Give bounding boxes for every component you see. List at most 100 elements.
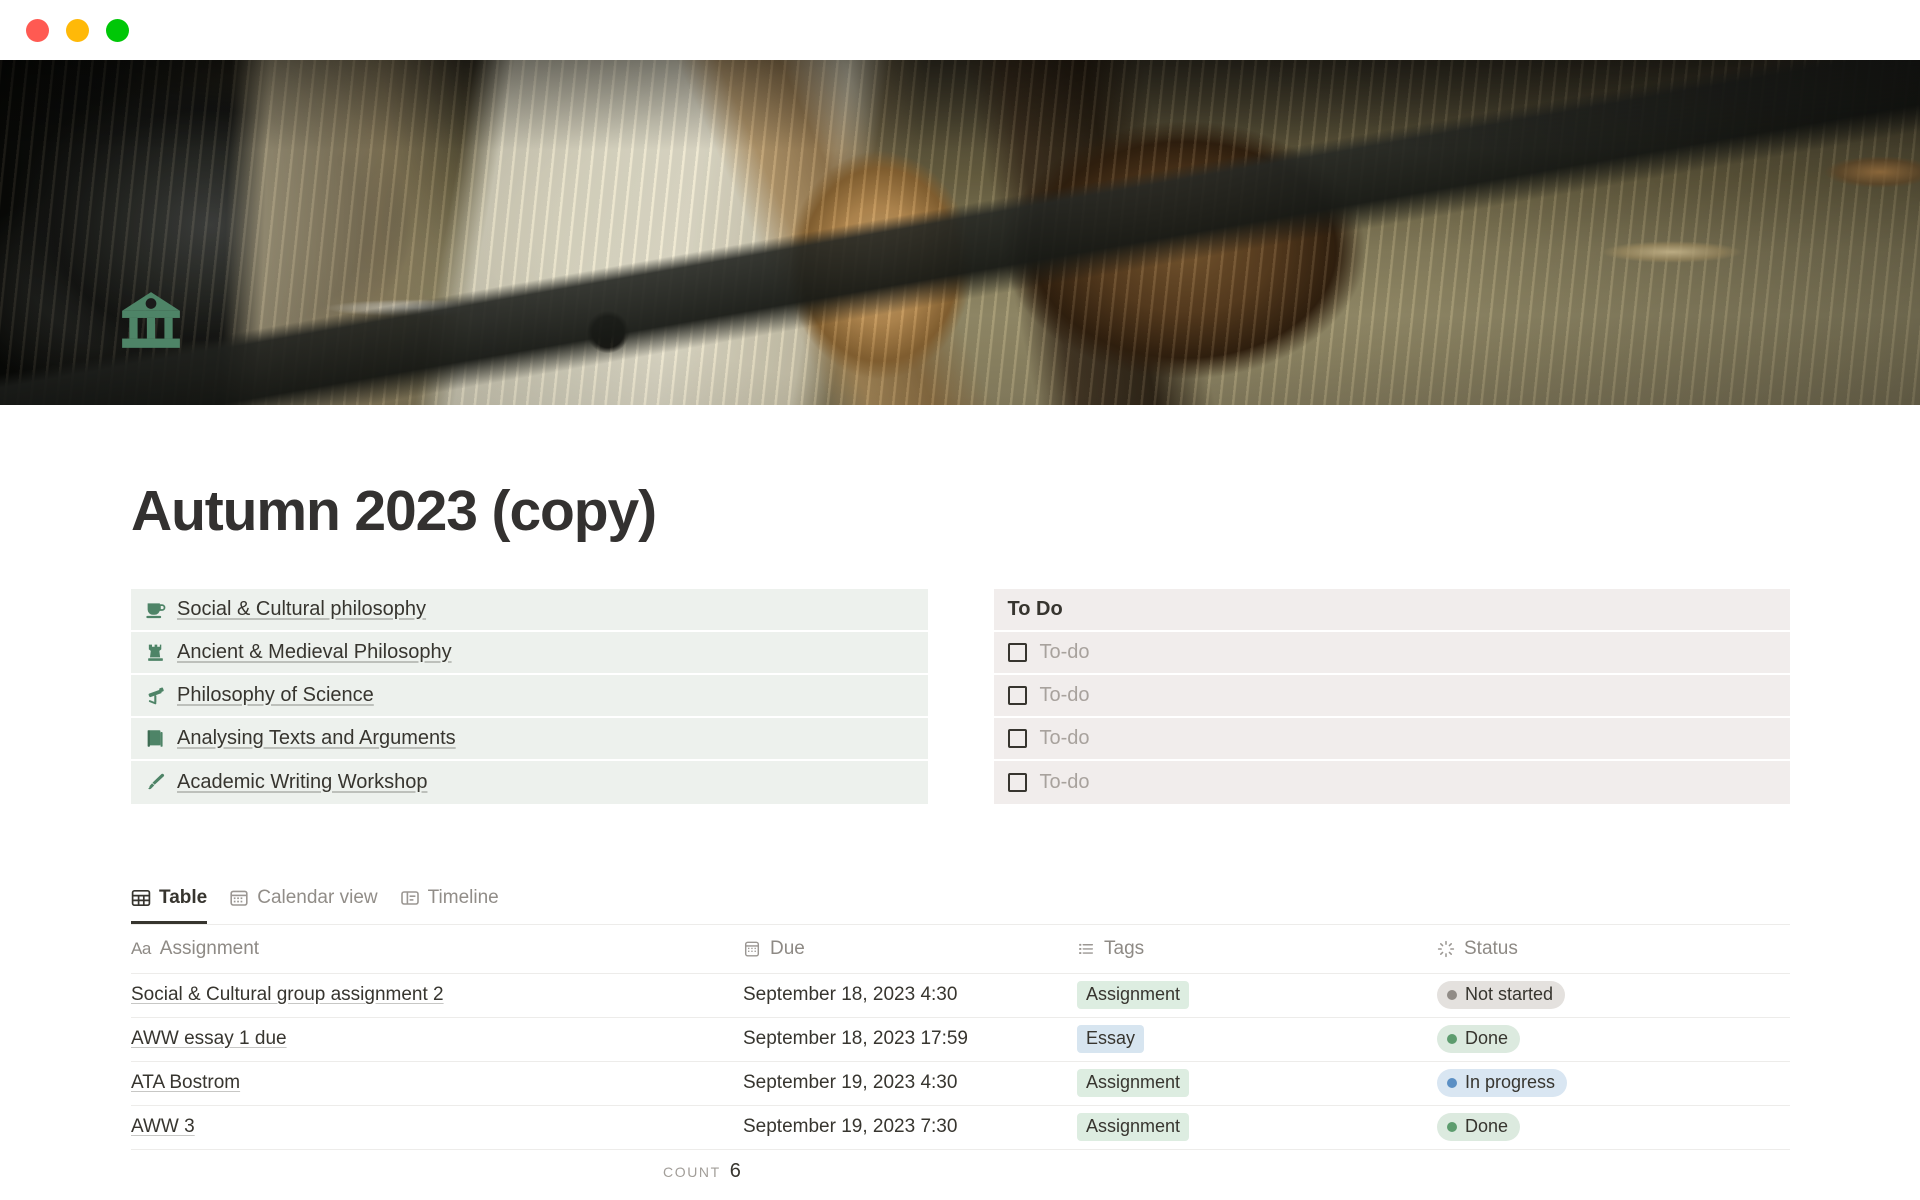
due-date: September 18, 2023 17:59 xyxy=(743,1028,969,1050)
cell-status[interactable]: In progress xyxy=(1437,1069,1790,1098)
todo-item[interactable]: To-do xyxy=(993,631,1790,675)
closed-book-icon xyxy=(147,729,163,747)
due-date: September 18, 2023 4:30 xyxy=(743,984,958,1006)
due-date: September 19, 2023 7:30 xyxy=(743,1116,958,1138)
tab-calendar-view[interactable]: Calendar view xyxy=(229,882,378,924)
row-title-link[interactable]: AWW essay 1 due xyxy=(131,1028,287,1049)
course-link-row[interactable]: Ancient & Medieval Philosophy xyxy=(131,631,928,675)
status-badge: Not started xyxy=(1437,981,1566,1010)
course-link-label: Analysing Texts and Arguments xyxy=(177,726,456,749)
column-header-tags[interactable]: Tags xyxy=(1077,938,1437,960)
todo-item[interactable]: To-do xyxy=(993,717,1790,761)
todo-checkbox[interactable] xyxy=(1007,685,1027,705)
status-dot-icon xyxy=(1447,989,1457,1000)
tab-timeline[interactable]: Timeline xyxy=(400,882,499,924)
column-label: Status xyxy=(1464,937,1518,959)
column-label: Assignment xyxy=(159,937,260,959)
cell-tags[interactable]: Assignment xyxy=(1077,1069,1437,1098)
table-header-row: Aa Assignment Due Tags Status xyxy=(131,925,1790,974)
tag-badge: Assignment xyxy=(1077,1069,1190,1098)
todo-item-label: To-do xyxy=(1039,640,1090,663)
text-aa-icon: Aa xyxy=(131,938,151,958)
column-header-status[interactable]: Status xyxy=(1437,938,1790,960)
course-link-row[interactable]: Philosophy of Science xyxy=(131,674,928,718)
table-icon xyxy=(131,889,151,907)
count-label: Count xyxy=(663,1163,721,1180)
table-row[interactable]: Social & Cultural group assignment 2 Sep… xyxy=(131,974,1790,1018)
page-cover-image[interactable] xyxy=(0,60,1920,405)
status-dot-icon xyxy=(1447,1121,1457,1132)
table-row[interactable]: AWW essay 1 due September 18, 2023 17:59… xyxy=(131,1018,1790,1062)
course-link-row[interactable]: Academic Writing Workshop xyxy=(131,760,928,804)
count-value: 6 xyxy=(729,1160,741,1183)
row-title-link[interactable]: Social & Cultural group assignment 2 xyxy=(131,984,444,1005)
todo-item[interactable]: To-do xyxy=(993,674,1790,718)
cell-due[interactable]: September 19, 2023 4:30 xyxy=(743,1072,1077,1094)
cell-due[interactable]: September 19, 2023 7:30 xyxy=(743,1116,1077,1138)
close-window-button[interactable] xyxy=(26,18,49,42)
table-footer-count[interactable]: Count 6 xyxy=(131,1150,1790,1194)
window-titlebar xyxy=(0,0,1920,60)
due-date: September 19, 2023 4:30 xyxy=(743,1072,958,1094)
column-header-due[interactable]: Due xyxy=(743,938,1077,960)
column-label: Tags xyxy=(1104,937,1145,959)
two-column-block: Social & Cultural philosophy Ancient & M… xyxy=(131,588,1790,804)
database-block: Table Calendar view Timeline Aa Assignme… xyxy=(131,883,1790,1194)
todo-checkbox[interactable] xyxy=(1007,642,1027,662)
row-title-link[interactable]: ATA Bostrom xyxy=(131,1072,240,1093)
courses-callout: Social & Cultural philosophy Ancient & M… xyxy=(131,588,928,804)
page-content: Autumn 2023 (copy) Social & Cultural phi… xyxy=(0,480,1920,1194)
calendar-icon xyxy=(744,941,760,957)
status-spinner-icon xyxy=(1437,940,1455,957)
course-link-row[interactable]: Analysing Texts and Arguments xyxy=(131,717,928,761)
tab-table[interactable]: Table xyxy=(131,882,207,924)
tag-badge: Assignment xyxy=(1077,1113,1190,1142)
maximize-window-button[interactable] xyxy=(106,18,129,42)
cell-assignment[interactable]: ATA Bostrom xyxy=(131,1072,743,1094)
course-link-label: Academic Writing Workshop xyxy=(177,770,428,793)
todo-checkbox[interactable] xyxy=(1007,772,1027,792)
todo-item-label: To-do xyxy=(1039,770,1090,793)
column-label: Due xyxy=(770,937,805,959)
tab-label: Calendar view xyxy=(257,887,378,909)
todo-item-label: To-do xyxy=(1039,726,1090,749)
cell-due[interactable]: September 18, 2023 17:59 xyxy=(743,1028,1077,1050)
todo-checkbox[interactable] xyxy=(1007,728,1027,748)
cover-vignette xyxy=(0,60,1920,405)
classical-building-icon[interactable] xyxy=(118,287,184,353)
cell-assignment[interactable]: AWW 3 xyxy=(131,1116,743,1138)
todo-item[interactable]: To-do xyxy=(993,760,1790,804)
cell-status[interactable]: Not started xyxy=(1437,981,1790,1010)
status-badge: In progress xyxy=(1437,1069,1568,1098)
status-dot-icon xyxy=(1447,1033,1457,1044)
course-link-label: Philosophy of Science xyxy=(177,683,374,706)
cell-tags[interactable]: Essay xyxy=(1077,1025,1437,1054)
page-title[interactable]: Autumn 2023 (copy) xyxy=(131,480,1790,543)
status-badge: Done xyxy=(1437,1113,1521,1142)
column-header-assignment[interactable]: Aa Assignment xyxy=(131,938,743,960)
multi-select-icon xyxy=(1079,943,1094,954)
status-label: Done xyxy=(1465,1116,1509,1137)
cell-status[interactable]: Done xyxy=(1437,1025,1790,1054)
row-title-link[interactable]: AWW 3 xyxy=(131,1116,195,1137)
database-view-tabs: Table Calendar view Timeline xyxy=(131,883,1790,925)
status-label: In progress xyxy=(1465,1072,1556,1093)
table-row[interactable]: ATA Bostrom September 19, 2023 4:30 Assi… xyxy=(131,1062,1790,1106)
table-row[interactable]: AWW 3 September 19, 2023 7:30 Assignment… xyxy=(131,1106,1790,1150)
cell-tags[interactable]: Assignment xyxy=(1077,1113,1437,1142)
cell-assignment[interactable]: Social & Cultural group assignment 2 xyxy=(131,984,743,1006)
cell-assignment[interactable]: AWW essay 1 due xyxy=(131,1028,743,1050)
tab-label: Timeline xyxy=(427,887,499,909)
course-link-row[interactable]: Social & Cultural philosophy xyxy=(131,588,928,632)
todo-item-label: To-do xyxy=(1039,683,1090,706)
chess-rook-icon xyxy=(148,644,163,661)
cell-status[interactable]: Done xyxy=(1437,1113,1790,1142)
timeline-icon xyxy=(400,891,419,905)
cell-tags[interactable]: Assignment xyxy=(1077,981,1437,1010)
minimize-window-button[interactable] xyxy=(66,18,89,42)
cell-due[interactable]: September 18, 2023 4:30 xyxy=(743,984,1077,1006)
status-dot-icon xyxy=(1447,1077,1457,1088)
telescope-icon xyxy=(148,687,164,704)
tab-label: Table xyxy=(159,887,208,909)
teacup-icon xyxy=(146,602,166,618)
